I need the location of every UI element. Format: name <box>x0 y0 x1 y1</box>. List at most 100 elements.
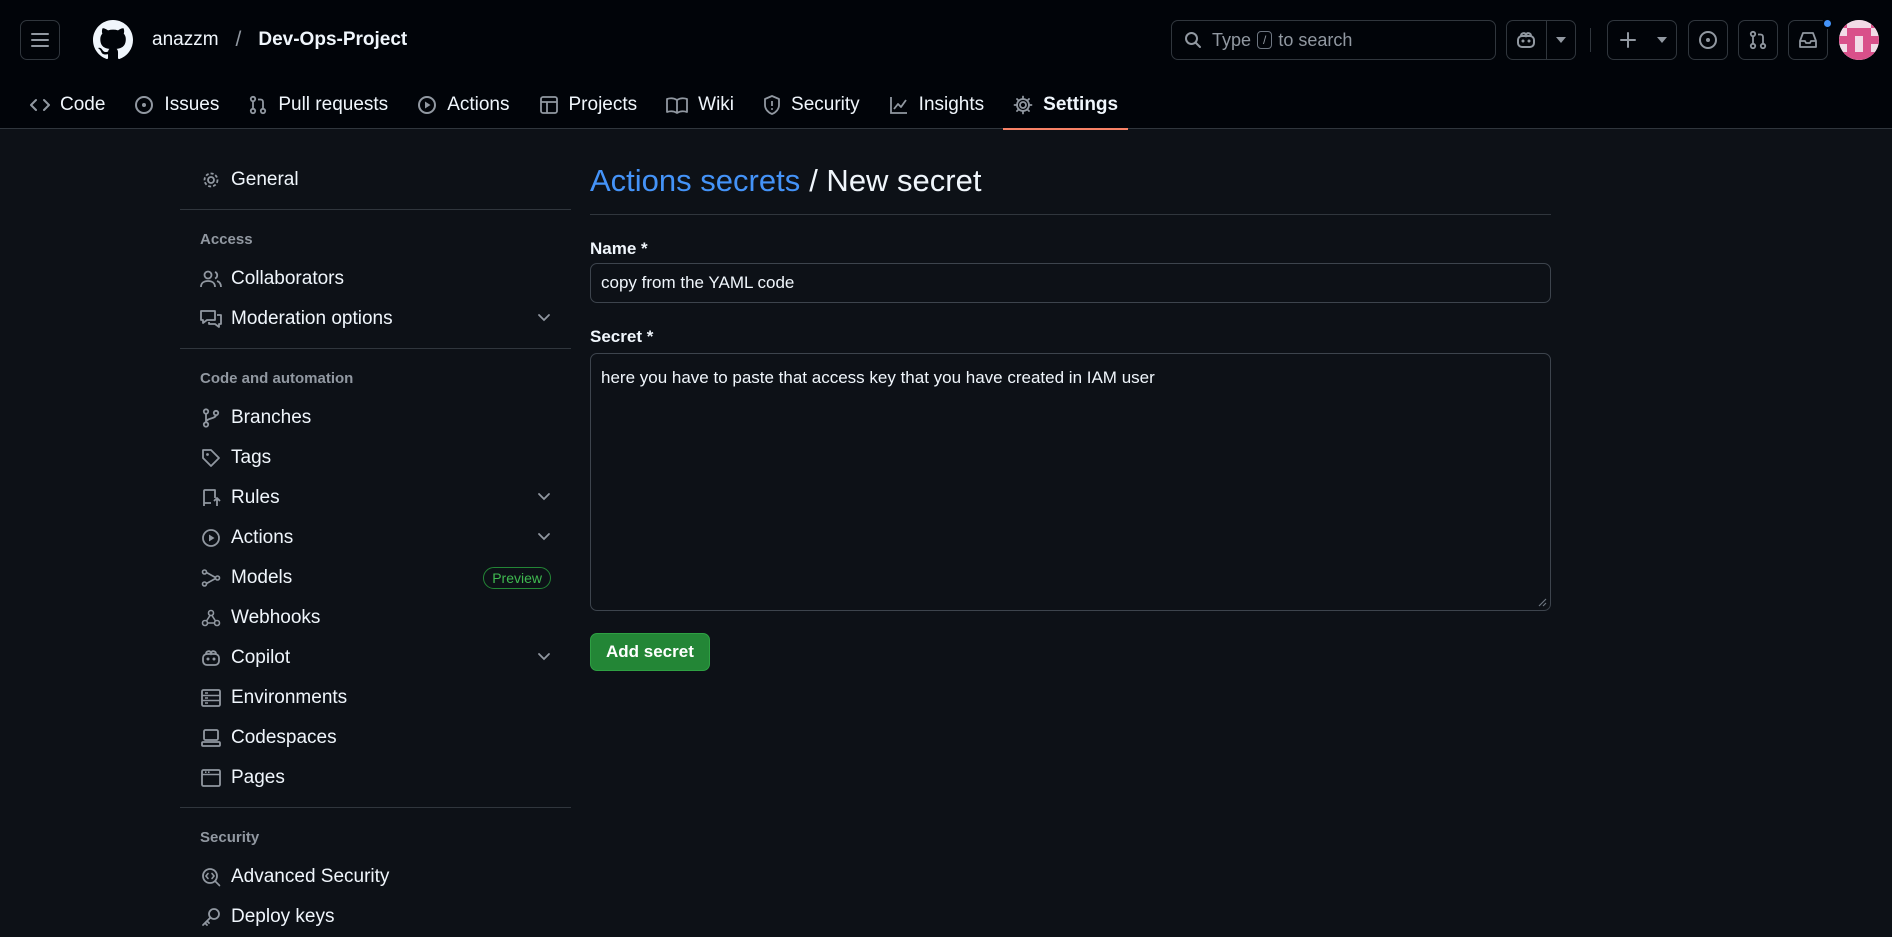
secret-label: Secret * <box>590 327 654 346</box>
chevron-down-icon <box>538 314 550 322</box>
sidebar-item-label: Codespaces <box>231 727 337 748</box>
sidebar-item-pages[interactable]: Pages <box>180 758 571 798</box>
sidebar-item-label: Models <box>231 567 293 588</box>
tab-pull-requests[interactable]: Pull requests <box>238 80 398 129</box>
sidebar-item-tags[interactable]: Tags <box>180 438 571 478</box>
sidebar-divider <box>180 209 571 210</box>
sidebar-item-label: Environments <box>231 687 348 708</box>
sidebar-item-collaborators[interactable]: Collaborators <box>180 259 571 299</box>
breadcrumb-owner[interactable]: anazzm <box>152 29 219 51</box>
pull-requests-button[interactable] <box>1738 20 1778 60</box>
create-new-split-button <box>1607 20 1677 60</box>
sidebar-heading-access: Access <box>200 230 253 248</box>
triangle-down-icon <box>1555 37 1566 43</box>
page-title-text: / New secret <box>809 163 982 198</box>
top-bar: anazzm / Dev-Ops-Project Type / to searc… <box>0 0 1892 80</box>
github-logo-icon[interactable] <box>93 20 133 60</box>
play-icon <box>200 527 222 549</box>
shield-icon <box>764 94 780 115</box>
menu-button[interactable] <box>20 20 60 60</box>
tab-insights[interactable]: Insights <box>879 80 994 129</box>
chevron-down-icon <box>538 653 550 661</box>
tab-issues[interactable]: Issues <box>124 80 229 129</box>
actions-secrets-link[interactable]: Actions secrets <box>590 163 800 199</box>
copilot-icon <box>1517 32 1536 48</box>
tab-wiki[interactable]: Wiki <box>656 80 744 129</box>
tab-settings[interactable]: Settings <box>1003 80 1129 130</box>
tab-security[interactable]: Security <box>753 80 870 129</box>
tab-label: Issues <box>164 93 220 115</box>
graph-icon <box>889 96 907 114</box>
search-icon <box>1185 32 1201 48</box>
gear-icon <box>1013 95 1033 114</box>
sidebar-item-label: General <box>231 169 299 190</box>
table-icon <box>539 95 558 114</box>
sidebar-item-label: Webhooks <box>231 607 321 628</box>
sidebar-item-branches[interactable]: Branches <box>180 398 571 438</box>
resize-grip-icon[interactable] <box>1537 597 1547 607</box>
tab-label: Code <box>60 93 106 115</box>
sidebar-item-label: Pages <box>231 767 285 788</box>
sidebar-item-copilot[interactable]: Copilot <box>180 638 571 678</box>
sidebar-item-webhooks[interactable]: Webhooks <box>180 598 571 638</box>
sidebar-item-rules[interactable]: Rules <box>180 478 571 518</box>
search-placeholder-suffix: to search <box>1278 29 1353 50</box>
secret-textarea[interactable]: here you have to paste that access key t… <box>590 353 1551 611</box>
plus-icon <box>1619 32 1636 48</box>
code-icon <box>30 98 50 111</box>
sidebar-item-actions[interactable]: Actions <box>180 518 571 558</box>
sidebar-item-general[interactable]: General <box>180 160 571 200</box>
issue-opened-icon <box>1699 31 1717 49</box>
sidebar-item-moderation[interactable]: Moderation options <box>180 299 571 339</box>
sidebar-item-advanced-security[interactable]: Advanced Security <box>180 857 571 897</box>
triangle-down-icon <box>1656 37 1667 43</box>
create-new-button[interactable] <box>1608 21 1647 59</box>
breadcrumb-repo[interactable]: Dev-Ops-Project <box>258 29 407 51</box>
sidebar-item-deploy-keys[interactable]: Deploy keys <box>180 897 571 937</box>
sidebar-divider <box>180 348 571 349</box>
avatar[interactable] <box>1839 20 1879 60</box>
add-secret-button[interactable]: Add secret <box>590 633 710 671</box>
key-icon <box>200 906 222 928</box>
sidebar-heading-security: Security <box>200 828 260 846</box>
chevron-down-icon <box>538 493 550 501</box>
copilot-dropdown-button[interactable] <box>1547 21 1575 59</box>
sidebar-item-label: Branches <box>231 407 312 428</box>
webhook-icon <box>200 607 222 629</box>
sidebar-item-label: Rules <box>231 487 280 508</box>
tab-label: Insights <box>918 93 985 115</box>
codescan-icon <box>200 866 222 888</box>
server-icon <box>200 687 222 709</box>
browser-icon <box>200 767 222 789</box>
issue-icon <box>135 95 154 114</box>
pull-request-icon <box>250 95 267 114</box>
notification-indicator <box>1822 18 1833 29</box>
tab-actions[interactable]: Actions <box>407 80 519 129</box>
tab-label: Security <box>791 93 860 115</box>
tag-icon <box>200 447 222 469</box>
sidebar-item-label: Actions <box>231 527 294 548</box>
breadcrumb-separator: / <box>235 28 242 51</box>
sidebar-item-models[interactable]: Models Preview <box>180 558 571 598</box>
sidebar-item-codespaces[interactable]: Codespaces <box>180 718 571 758</box>
copilot-button[interactable] <box>1507 21 1546 59</box>
hamburger-icon <box>31 33 49 47</box>
search-shortcut-key: / <box>1257 31 1273 49</box>
sidebar-item-label: Advanced Security <box>231 866 390 887</box>
people-icon <box>200 268 222 290</box>
name-field[interactable]: copy from the YAML code <box>590 263 1551 303</box>
chevron-down-icon <box>538 533 550 541</box>
sidebar-item-environments[interactable]: Environments <box>180 678 571 718</box>
tab-code[interactable]: Code <box>20 80 115 129</box>
sidebar-item-label: Collaborators <box>231 268 344 289</box>
play-icon <box>418 95 437 114</box>
issues-button[interactable] <box>1688 20 1728 60</box>
copilot-split-button <box>1506 20 1576 60</box>
ai-model-icon <box>200 567 222 589</box>
book-icon <box>666 96 689 114</box>
search-input[interactable]: Type / to search <box>1171 20 1496 60</box>
tab-projects[interactable]: Projects <box>529 80 648 129</box>
identicon-icon <box>1839 20 1879 60</box>
create-new-dropdown[interactable] <box>1647 21 1676 59</box>
sidebar-item-label: Deploy keys <box>231 906 335 927</box>
